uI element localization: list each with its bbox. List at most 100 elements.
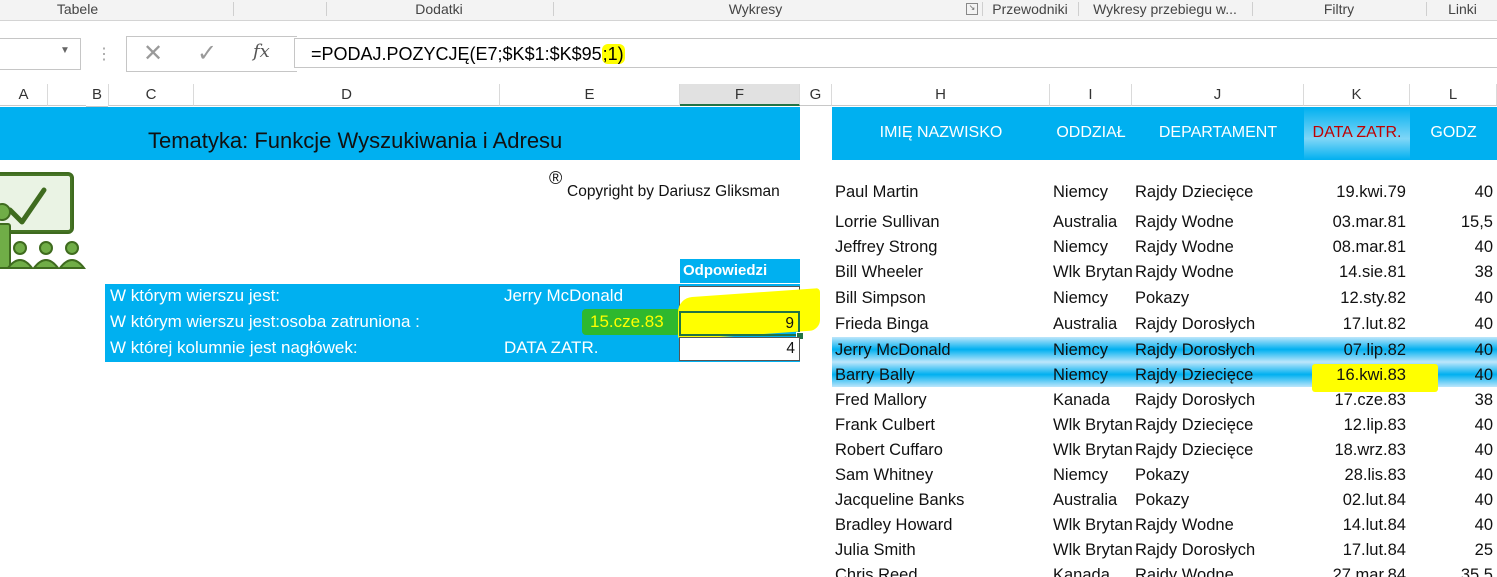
table-header-department[interactable]: DEPARTAMENT	[1132, 124, 1304, 142]
table-header-branch[interactable]: ODDZIAŁ	[1050, 124, 1132, 142]
table-cell-date[interactable]: 07.lip.82	[1304, 338, 1406, 362]
table-header-name[interactable]: IMIĘ NAZWISKO	[832, 124, 1050, 142]
table-cell-dept[interactable]: Rajdy Wodne	[1135, 563, 1305, 577]
table-cell-branch[interactable]: Australia	[1053, 210, 1133, 234]
column-header-d[interactable]: D	[194, 84, 500, 106]
table-cell-hours[interactable]: 38	[1410, 260, 1493, 284]
table-cell-dept[interactable]: Rajdy Dorosłych	[1135, 538, 1305, 562]
table-cell-branch[interactable]: Wlk Brytan	[1053, 513, 1133, 537]
ribbon-group-tables[interactable]: Tabele	[0, 0, 155, 20]
table-cell-name[interactable]: Jacqueline Banks	[835, 488, 1045, 512]
table-cell-hours[interactable]: 40	[1410, 338, 1493, 362]
table-cell-branch[interactable]: Niemcy	[1053, 363, 1133, 387]
table-cell-branch[interactable]: Kanada	[1053, 388, 1133, 412]
table-cell-hours[interactable]: 40	[1410, 235, 1493, 259]
table-cell-name[interactable]: Robert Cuffaro	[835, 438, 1045, 462]
name-box[interactable]: ▼	[0, 38, 81, 70]
table-cell-hours[interactable]: 40	[1410, 312, 1493, 336]
table-cell-dept[interactable]: Rajdy Wodne	[1135, 513, 1305, 537]
chevron-down-icon[interactable]: ▼	[60, 45, 70, 56]
table-cell-name[interactable]: Bill Wheeler	[835, 260, 1045, 284]
drag-handle-icon[interactable]: ⋮	[96, 44, 112, 64]
table-cell-dept[interactable]: Rajdy Dorosłych	[1135, 312, 1305, 336]
table-cell-name[interactable]: Jerry McDonald	[835, 338, 1045, 362]
table-cell-dept[interactable]: Rajdy Dziecięce	[1135, 180, 1305, 204]
table-cell-hours[interactable]: 15,5	[1410, 210, 1493, 234]
table-cell-hours[interactable]: 40	[1410, 180, 1493, 204]
column-header-l[interactable]: L	[1410, 84, 1497, 106]
table-cell-branch[interactable]: Australia	[1053, 488, 1133, 512]
table-cell-name[interactable]: Julia Smith	[835, 538, 1045, 562]
table-cell-date[interactable]: 18.wrz.83	[1304, 438, 1406, 462]
column-header-c[interactable]: C	[108, 84, 194, 106]
table-cell-dept[interactable]: Rajdy Wodne	[1135, 210, 1305, 234]
ribbon-group-filters[interactable]: Filtry	[1254, 0, 1424, 20]
table-cell-branch[interactable]: Niemcy	[1053, 338, 1133, 362]
table-cell-hours[interactable]: 40	[1410, 363, 1493, 387]
table-cell-name[interactable]: Frieda Binga	[835, 312, 1045, 336]
table-cell-hours[interactable]: 40	[1410, 488, 1493, 512]
table-cell-name[interactable]: Lorrie Sullivan	[835, 210, 1045, 234]
check-icon[interactable]: ✓	[197, 39, 217, 68]
table-cell-dept[interactable]: Rajdy Dorosłych	[1135, 338, 1305, 362]
table-cell-name[interactable]: Barry Bally	[835, 363, 1045, 387]
table-cell-dept[interactable]: Rajdy Dziecięce	[1135, 363, 1305, 387]
table-cell-date[interactable]: 14.lut.84	[1304, 513, 1406, 537]
column-header-k[interactable]: K	[1304, 84, 1410, 106]
table-cell-name[interactable]: Paul Martin	[835, 180, 1045, 204]
table-header-date[interactable]: DATA ZATR.	[1304, 124, 1410, 142]
table-cell-branch[interactable]: Wlk Brytan	[1053, 413, 1133, 437]
table-cell-dept[interactable]: Pokazy	[1135, 286, 1305, 310]
column-header-i[interactable]: I	[1050, 84, 1132, 106]
ribbon-group-addins[interactable]: Dodatki	[326, 0, 552, 20]
ribbon-group-links[interactable]: Linki	[1428, 0, 1497, 20]
table-cell-hours[interactable]: 40	[1410, 438, 1493, 462]
table-cell-date[interactable]: 14.sie.81	[1304, 260, 1406, 284]
column-header-a[interactable]: A	[0, 84, 48, 106]
table-cell-date[interactable]: 12.sty.82	[1304, 286, 1406, 310]
column-header-f[interactable]: F	[680, 84, 800, 106]
table-cell-dept[interactable]: Rajdy Wodne	[1135, 235, 1305, 259]
table-cell-hours[interactable]: 40	[1410, 413, 1493, 437]
table-cell-hours[interactable]: 38	[1410, 388, 1493, 412]
table-cell-name[interactable]: Bill Simpson	[835, 286, 1045, 310]
table-cell-branch[interactable]: Australia	[1053, 312, 1133, 336]
table-cell-date[interactable]: 16.kwi.83	[1304, 363, 1406, 387]
table-cell-dept[interactable]: Rajdy Dziecięce	[1135, 413, 1305, 437]
table-cell-dept[interactable]: Rajdy Dziecięce	[1135, 438, 1305, 462]
table-cell-dept[interactable]: Rajdy Dorosłych	[1135, 388, 1305, 412]
table-cell-name[interactable]: Sam Whitney	[835, 463, 1045, 487]
close-icon[interactable]: ✕	[143, 39, 163, 68]
formula-input[interactable]: =PODAJ.POZYCJĘ(E7;$K$1:$K$95;1)	[294, 38, 1497, 68]
table-cell-hours[interactable]: 40	[1410, 513, 1493, 537]
table-cell-branch[interactable]: Kanada	[1053, 563, 1133, 577]
table-cell-date[interactable]: 19.kwi.79	[1304, 180, 1406, 204]
fx-icon[interactable]: fx	[253, 41, 270, 62]
column-header-h[interactable]: H	[832, 84, 1050, 106]
answer-cell-selected[interactable]: 9	[679, 311, 800, 336]
table-cell-hours[interactable]: 25	[1410, 538, 1493, 562]
table-cell-dept[interactable]: Rajdy Wodne	[1135, 260, 1305, 284]
table-cell-name[interactable]: Frank Culbert	[835, 413, 1045, 437]
table-cell-branch[interactable]: Niemcy	[1053, 180, 1133, 204]
table-cell-date[interactable]: 28.lis.83	[1304, 463, 1406, 487]
table-cell-branch[interactable]: Niemcy	[1053, 235, 1133, 259]
table-cell-date[interactable]: 03.mar.81	[1304, 210, 1406, 234]
ribbon-group-tours[interactable]: Przewodniki	[984, 0, 1076, 20]
table-cell-date[interactable]: 17.lut.82	[1304, 312, 1406, 336]
table-cell-name[interactable]: Fred Mallory	[835, 388, 1045, 412]
table-cell-dept[interactable]: Pokazy	[1135, 488, 1305, 512]
table-header-hours[interactable]: GODZ	[1410, 124, 1497, 142]
table-cell-name[interactable]: Jeffrey Strong	[835, 235, 1045, 259]
table-cell-branch[interactable]: Niemcy	[1053, 286, 1133, 310]
ribbon-group-sparklines[interactable]: Wykresy przebiegu w...	[1080, 0, 1250, 20]
table-cell-hours[interactable]: 40	[1410, 286, 1493, 310]
table-cell-hours[interactable]: 35,5	[1410, 563, 1493, 577]
column-header-j[interactable]: J	[1132, 84, 1304, 106]
table-cell-name[interactable]: Chris Reed	[835, 563, 1045, 577]
table-cell-date[interactable]: 17.cze.83	[1304, 388, 1406, 412]
column-header-g[interactable]: G	[800, 84, 832, 106]
table-cell-date[interactable]: 12.lip.83	[1304, 413, 1406, 437]
dialog-launcher-icon[interactable]: ↘	[966, 3, 978, 15]
ribbon-group-charts[interactable]: Wykresy	[553, 0, 958, 20]
